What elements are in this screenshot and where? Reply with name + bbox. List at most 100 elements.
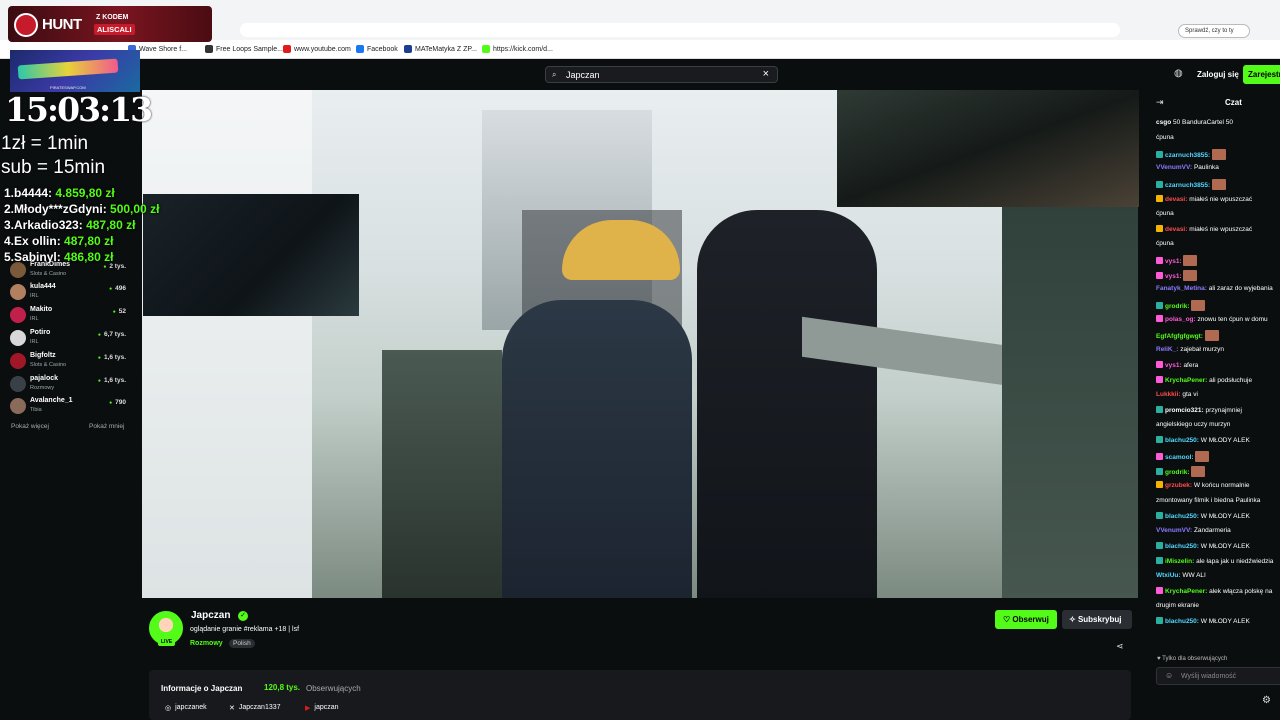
chat-badge-icon	[1156, 151, 1163, 159]
instagram-icon: ◎	[165, 705, 172, 712]
chat-username[interactable]: KrychaPener:	[1165, 588, 1207, 595]
subscribe-button[interactable]: ✧ Subskrybuj	[1062, 610, 1132, 629]
profile-check-pill[interactable]: Sprawdź, czy to ty	[1178, 24, 1250, 38]
sidebar-item-pajalock[interactable]: pajalock Rozmowy 1,6 tys.	[10, 375, 138, 397]
chat-username[interactable]: blachu250:	[1165, 437, 1199, 444]
chat-message: czarnuch3855:	[1156, 149, 1280, 161]
show-more-link[interactable]: Pokaż więcej	[11, 423, 49, 430]
chat-text: Paulinka	[1193, 164, 1219, 172]
chat-username[interactable]: polas_og:	[1165, 316, 1196, 323]
social-handle: Japczan1337	[238, 704, 281, 711]
sidebar-item-potiro[interactable]: Potiro IRL 6,7 tys.	[10, 329, 138, 351]
follow-button[interactable]: ♡ Obserwuj	[995, 610, 1057, 629]
chat-badge-icon	[1156, 315, 1163, 323]
stream-category[interactable]: Rozmowy	[190, 640, 223, 647]
chat-username[interactable]: blachu250:	[1165, 618, 1199, 625]
channel-category: IRL	[30, 293, 39, 299]
avatar	[10, 398, 26, 414]
sidebar-item-avalanche[interactable]: Avalanche_1 Tibia 790	[10, 397, 138, 419]
chat-message: Fanatyk_Metina: ali zaraz do wyjebania	[1156, 285, 1280, 294]
chat-username[interactable]: ReliK_:	[1156, 346, 1178, 353]
chat-username[interactable]: devasi:	[1165, 196, 1187, 203]
chat-username[interactable]: Lukkkii:	[1156, 391, 1181, 398]
chat-username[interactable]: scamool:	[1165, 454, 1194, 461]
chat-username[interactable]: vys1:	[1165, 273, 1182, 280]
chat-username[interactable]: EgfAfgfgfgwgt:	[1156, 333, 1203, 340]
chat-username[interactable]: WtxiUu:	[1156, 572, 1181, 579]
chat-message: vys1: afera	[1156, 360, 1280, 371]
chat-username[interactable]: devasi:	[1165, 226, 1187, 233]
chat-badge-icon	[1156, 360, 1163, 368]
chat-username[interactable]: promcio321:	[1165, 407, 1204, 414]
channel-name[interactable]: Japczan	[191, 610, 230, 621]
chat-message: VVenumVV: Żandarmeria	[1156, 527, 1280, 536]
channel-name: Avalanche_1	[30, 397, 73, 404]
emote-picker-icon[interactable]: ☺	[1165, 671, 1173, 680]
bookmark-item[interactable]: www.youtube.com	[283, 45, 351, 53]
chat-username[interactable]: blachu250:	[1165, 513, 1199, 520]
bookmark-item[interactable]: Free Loops Sample...	[205, 45, 283, 53]
follower-count: 120,8 tys.	[264, 683, 301, 692]
chat-username[interactable]: grzubek:	[1165, 482, 1192, 489]
chat-username[interactable]: vys1:	[1165, 362, 1182, 369]
chat-message: zmontowany filmik i biedna Paulinka	[1156, 497, 1280, 506]
chat-text: alek włącza polskę na	[1209, 588, 1273, 596]
chat-username[interactable]: grodrik:	[1165, 469, 1190, 476]
show-less-link[interactable]: Pokaż mniej	[89, 423, 124, 430]
chat-username[interactable]: VVenumVV:	[1156, 527, 1192, 534]
chat-text: zajebał murzyn	[1180, 345, 1224, 353]
social-link-x[interactable]: ✕ Japczan1337	[229, 704, 281, 712]
sidebar-item-kula444[interactable]: kula444 IRL 496	[10, 283, 138, 305]
share-icon[interactable]: ⋖	[1116, 641, 1124, 652]
chat-username[interactable]: Fanatyk_Metina:	[1156, 285, 1207, 292]
youtube-icon	[283, 45, 291, 53]
chat-username[interactable]: czarnuch3855:	[1165, 182, 1210, 189]
address-bar[interactable]	[240, 23, 1120, 37]
search-input[interactable]: ⌕ Japczan ×	[545, 66, 778, 83]
chat-message: Lukkkii: gta vi	[1156, 391, 1280, 400]
chat-text: 50 BanduraCartel 50	[1172, 119, 1233, 126]
register-button[interactable]: Zarejestruj	[1243, 65, 1280, 84]
youtube-icon: ▶	[305, 705, 311, 712]
chat-username[interactable]: iMiszelin:	[1165, 558, 1194, 565]
gear-icon[interactable]: ⚙	[1262, 695, 1271, 706]
chat-username[interactable]: grodrik:	[1165, 303, 1190, 310]
viewer-count: 52	[113, 308, 126, 315]
chat-message: ćpuna	[1156, 210, 1280, 219]
chat-username[interactable]: blachu250:	[1165, 543, 1199, 550]
chat-text: W MŁODY ALEK	[1200, 512, 1250, 520]
avatar	[10, 284, 26, 300]
chat-username[interactable]: czarnuch3855:	[1165, 152, 1210, 159]
chat-message: grodrik:	[1156, 300, 1280, 312]
chat-text: afera	[1183, 361, 1199, 369]
stream-tag[interactable]: Polish	[229, 639, 255, 648]
chat-badge-icon	[1156, 256, 1163, 264]
chat-badge-icon	[1156, 375, 1163, 383]
chat-username[interactable]: csgo	[1156, 119, 1171, 126]
chat-badge-icon	[1156, 436, 1163, 444]
weapon-skin-graphic	[17, 58, 119, 80]
social-link-youtube[interactable]: ▶ japczan	[305, 704, 339, 712]
bookmark-item[interactable]: MATeMatyka Z ZP...	[404, 45, 477, 53]
language-icon[interactable]: ◍	[1174, 68, 1183, 79]
sidebar-item-makito[interactable]: Makito IRL 52	[10, 306, 138, 328]
bookmark-item[interactable]: Facebook	[356, 45, 398, 53]
social-link-instagram[interactable]: ◎ japczanek	[165, 704, 207, 712]
browser-toolbar: Sprawdź, czy to ty	[1090, 20, 1280, 40]
clear-search-icon[interactable]: ×	[763, 68, 769, 80]
chat-message: KrychaPener: ali podsłuchuje	[1156, 375, 1280, 386]
chat-input[interactable]: ☺ Wyślij wiadomość	[1156, 667, 1280, 685]
collapse-chat-icon[interactable]: ⇥	[1156, 97, 1164, 108]
chat-badge-icon	[1156, 511, 1163, 519]
bookmark-label: Wave Shore f...	[139, 45, 187, 53]
sidebar-item-bigfoltz[interactable]: Bigfoltz Slots & Casino 1,6 tys.	[10, 352, 138, 374]
chat-username[interactable]: VVenumVV:	[1156, 164, 1192, 171]
bookmark-item[interactable]: https://kick.com/d...	[482, 45, 553, 53]
top-donor-row: 4.Ex ollin: 487,80 zł	[4, 234, 114, 248]
sidebar-item-frankdimes[interactable]: FrankDimes Slots & Casino 2 tys.	[10, 261, 138, 283]
channel-category: Slots & Casino	[30, 271, 67, 277]
chat-username[interactable]: vys1:	[1165, 258, 1182, 265]
chat-username[interactable]: KrychaPener:	[1165, 377, 1207, 384]
video-wall-left	[142, 90, 312, 598]
login-button[interactable]: Zaloguj się	[1197, 70, 1239, 79]
